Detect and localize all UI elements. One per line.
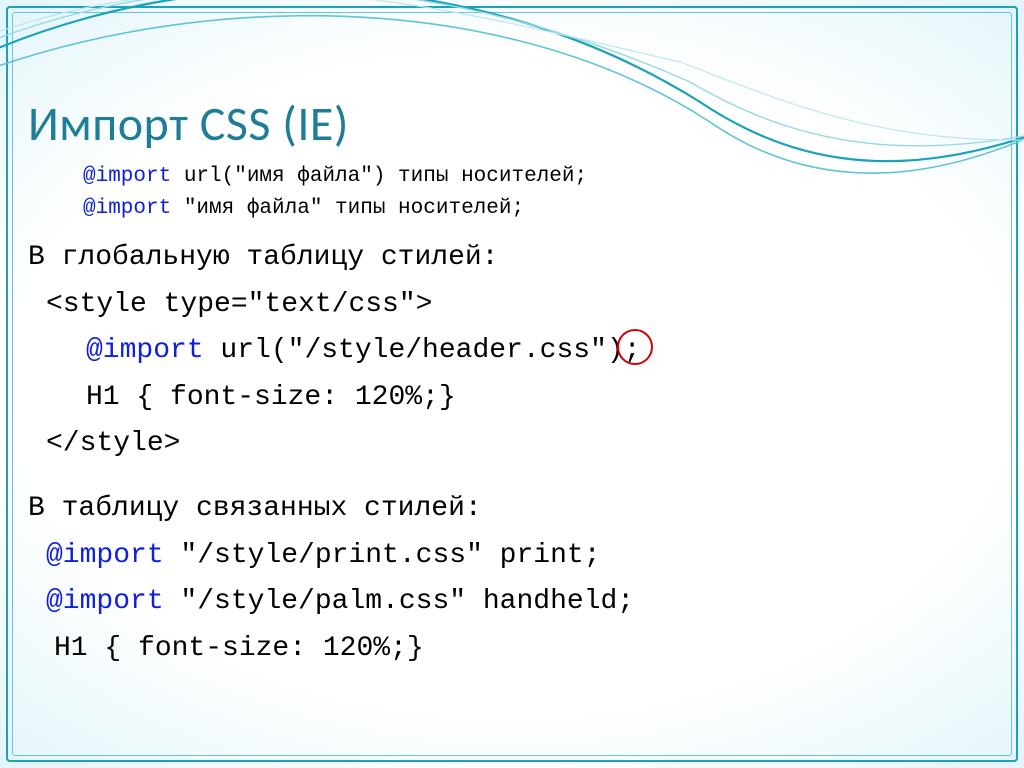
style-close-tag: </style> — [46, 424, 996, 465]
syntax-line-1: @import url("имя файла") типы носителей; — [83, 161, 996, 193]
slide-title: Импорт CSS (IE) — [28, 94, 996, 153]
syntax-rest-2: "имя файла" типы носителей; — [171, 197, 524, 220]
style-open-tag: <style type="text/css"> — [46, 285, 996, 326]
highlighted-semicolon: ; — [624, 331, 641, 372]
section1-heading: В глобальную таблицу стилей: — [28, 238, 996, 279]
section2-heading: В таблицу связанных стилей: — [28, 489, 996, 530]
import-keyword: @import — [83, 165, 171, 188]
import-rest-2b: "/style/palm.css" handheld; — [164, 586, 634, 617]
import-rule-2b: @import "/style/palm.css" handheld; — [46, 582, 996, 623]
import-keyword: @import — [46, 540, 164, 571]
import-rule-2a: @import "/style/print.css" print; — [46, 536, 996, 577]
import-rest-2a: "/style/print.css" print; — [164, 540, 601, 571]
h1-rule-1: H1 { font-size: 120%;} — [86, 378, 996, 419]
slide: Импорт CSS (IE) @import url("имя файла")… — [0, 0, 1024, 768]
import-keyword: @import — [46, 586, 164, 617]
import-keyword: @import — [83, 197, 171, 220]
h1-rule-2: H1 { font-size: 120%;} — [54, 629, 996, 670]
syntax-rest-1: url("имя файла") типы носителей; — [171, 165, 587, 188]
slide-content: Импорт CSS (IE) @import url("имя файла")… — [28, 94, 996, 669]
import-keyword: @import — [86, 335, 204, 366]
syntax-line-2: @import "имя файла" типы носителей; — [83, 193, 996, 225]
import-rule-1: @import url("/style/header.css"); — [86, 331, 996, 372]
import-rest: url("/style/header.css") — [204, 335, 624, 366]
